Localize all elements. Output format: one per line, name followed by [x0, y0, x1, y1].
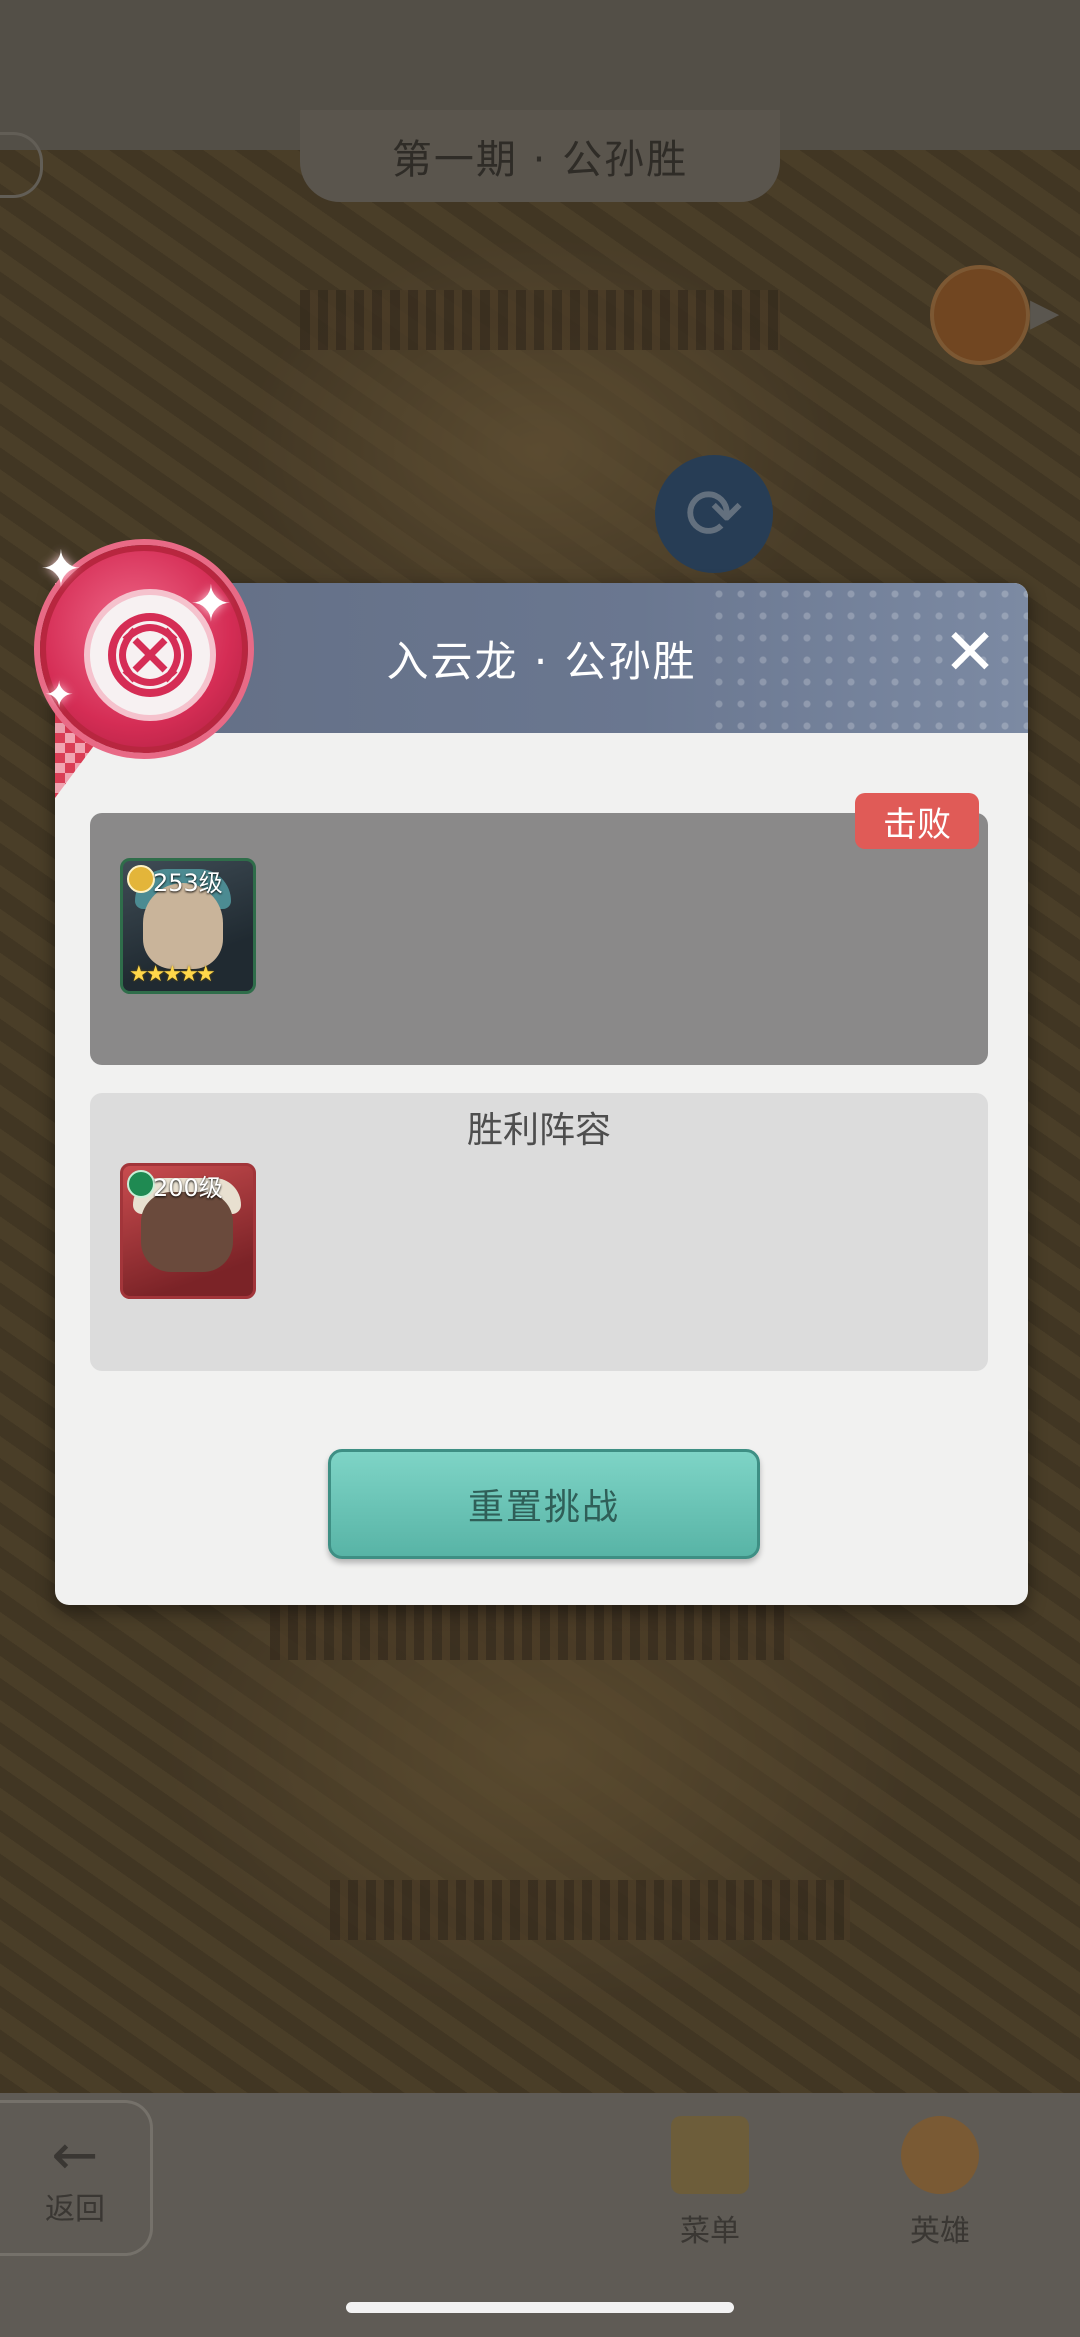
enemy-hero-card[interactable]: 253级 ★★★★★	[120, 858, 256, 994]
reset-challenge-button[interactable]: 重置挑战	[328, 1449, 760, 1559]
home-indicator[interactable]	[346, 2302, 734, 2313]
enemy-hero-level: 253级	[153, 869, 223, 897]
star-rating-icon: ★★★★★	[129, 962, 216, 987]
ally-hero-level: 200级	[153, 1174, 223, 1202]
victory-lineup-title: 胜利阵容	[466, 1110, 611, 1151]
sparkle-icon: ✦	[40, 540, 82, 598]
defeat-badge: 击败	[855, 793, 979, 849]
menu-button[interactable]: 菜单	[650, 2110, 770, 2250]
hero-avatar-icon	[901, 2116, 979, 2194]
back-label: 返回	[45, 2192, 105, 2227]
heroes-label: 英雄	[910, 2214, 970, 2249]
sparkle-icon: ✦	[44, 675, 75, 716]
menu-scroll-icon	[671, 2116, 749, 2194]
beast-warrior-portrait	[141, 1192, 233, 1272]
heroes-button[interactable]: 英雄	[880, 2110, 1000, 2250]
menu-label: 菜单	[680, 2214, 740, 2249]
sparkle-icon: ✦	[190, 575, 232, 633]
back-button[interactable]: ← 返回	[0, 2100, 153, 2256]
spade-rank-icon	[127, 1170, 155, 1198]
challenge-dialog: 入云龙 · 公孙胜 ✕ 击败 253级 ★★★★★ 胜利阵容 200级 重置挑战	[55, 583, 1028, 1605]
ally-hero-card[interactable]: 200级	[120, 1163, 256, 1299]
back-arrow-icon: ←	[51, 2123, 99, 2188]
close-icon[interactable]: ✕	[935, 618, 1005, 688]
sun-rank-icon	[127, 865, 155, 893]
